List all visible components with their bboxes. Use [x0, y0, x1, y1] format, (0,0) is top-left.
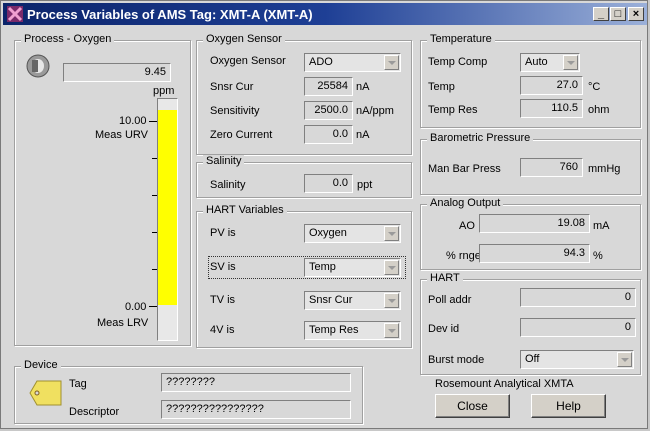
lrv-label: Meas LRV	[97, 317, 149, 329]
window-title: Process Variables of AMS Tag: XMT-A (XMT…	[27, 7, 313, 22]
temp-field: 27.0	[520, 76, 583, 95]
close-window-button[interactable]: ×	[628, 7, 644, 21]
sensitivity-field: 2500.0	[304, 101, 353, 120]
tv-select[interactable]: Snsr Cur	[304, 291, 401, 310]
zero-current-field: 0.0	[304, 125, 353, 144]
tick-mark	[152, 195, 157, 196]
qv-select[interactable]: Temp Res	[304, 321, 401, 340]
minimize-button[interactable]: _	[593, 7, 609, 21]
barometric-group-label: Barometric Pressure	[427, 132, 534, 144]
descriptor-label: Descriptor	[69, 406, 120, 418]
process-unit-label: ppm	[153, 85, 175, 97]
dropdown-arrow-icon[interactable]	[384, 323, 399, 338]
snsr-cur-field: 25584	[304, 77, 353, 96]
tv-label: TV is	[210, 294, 236, 306]
hart-group-label: HART	[427, 272, 463, 284]
salinity-group-label: Salinity	[203, 155, 245, 167]
dropdown-arrow-icon[interactable]	[384, 55, 399, 70]
process-value-field: 9.45	[63, 63, 171, 82]
salinity-field: 0.0	[304, 174, 353, 193]
ams-logo-icon	[7, 6, 23, 22]
range-unit: %	[593, 250, 603, 262]
dev-id-label: Dev id	[428, 323, 460, 335]
temp-res-unit: ohm	[588, 104, 610, 116]
process-group-label: Process - Oxygen	[21, 33, 115, 45]
oxygen-sensor-select[interactable]: ADO	[304, 53, 401, 72]
sensitivity-unit: nA/ppm	[356, 105, 394, 117]
dropdown-arrow-icon[interactable]	[384, 260, 399, 275]
hart-variables-group-label: HART Variables	[203, 204, 287, 216]
lrv-value: 0.00	[125, 301, 147, 313]
oxygen-sensor-label: Oxygen Sensor	[210, 55, 286, 67]
ao-label: AO	[459, 220, 475, 232]
sv-select-value: Temp	[309, 261, 336, 273]
descriptor-field: ????????????????	[161, 400, 351, 419]
temp-label: Temp	[428, 81, 455, 93]
temp-unit: °C	[588, 81, 601, 93]
salinity-unit: ppt	[357, 179, 373, 191]
ao-unit: mA	[593, 220, 610, 232]
oxygen-sensor-icon	[26, 54, 50, 78]
tick-mark	[152, 158, 157, 159]
tag-field: ????????	[161, 373, 351, 392]
dev-id-field: 0	[520, 318, 636, 337]
ao-field: 19.08	[479, 214, 590, 233]
process-bar-track	[157, 98, 178, 341]
pv-select-value: Oxygen	[309, 227, 347, 239]
poll-addr-label: Poll addr	[428, 294, 472, 306]
maximize-button[interactable]: □	[610, 7, 626, 21]
oxygen-sensor-select-value: ADO	[309, 56, 333, 68]
tick-mark	[149, 306, 157, 307]
analog-output-group-label: Analog Output	[427, 197, 504, 209]
tick-mark	[149, 121, 157, 122]
dropdown-arrow-icon[interactable]	[384, 226, 399, 241]
burst-mode-select-value: Off	[525, 353, 540, 365]
snsr-cur-label: Snsr Cur	[210, 81, 254, 93]
dropdown-arrow-icon[interactable]	[384, 293, 399, 308]
dropdown-arrow-icon[interactable]	[617, 352, 632, 367]
qv-select-value: Temp Res	[309, 324, 359, 336]
burst-mode-label: Burst mode	[428, 354, 485, 366]
temp-comp-label: Temp Comp	[428, 56, 488, 68]
product-label: Rosemount Analytical XMTA	[435, 378, 574, 390]
zero-current-unit: nA	[356, 129, 370, 141]
oxygen-sensor-group-label: Oxygen Sensor	[203, 33, 285, 45]
burst-mode-select[interactable]: Off	[520, 350, 634, 369]
temp-res-field: 110.5	[520, 99, 583, 118]
temp-res-label: Temp Res	[428, 104, 478, 116]
process-bar-fill	[158, 110, 177, 305]
temp-comp-select[interactable]: Auto	[520, 53, 580, 72]
bar-press-field: 760	[520, 158, 583, 177]
tag-label: Tag	[69, 378, 87, 390]
close-button[interactable]: Close	[435, 394, 510, 418]
temp-comp-select-value: Auto	[525, 56, 548, 68]
device-tag-icon	[29, 380, 62, 406]
pv-label: PV is	[210, 227, 236, 239]
help-button[interactable]: Help	[531, 394, 606, 418]
tv-select-value: Snsr Cur	[309, 294, 353, 306]
pv-select[interactable]: Oxygen	[304, 224, 401, 243]
range-field: 94.3	[479, 244, 590, 263]
sv-label: SV is	[210, 261, 236, 273]
urv-label: Meas URV	[95, 129, 148, 141]
dropdown-arrow-icon[interactable]	[563, 55, 578, 70]
qv-label: 4V is	[210, 324, 235, 336]
poll-addr-field[interactable]: 0	[520, 288, 636, 307]
range-label: % rnge	[446, 250, 481, 262]
device-group-label: Device	[21, 359, 61, 371]
tick-mark	[152, 269, 157, 270]
title-bar[interactable]: Process Variables of AMS Tag: XMT-A (XMT…	[3, 3, 647, 25]
bar-press-label: Man Bar Press	[428, 163, 501, 175]
process-variables-window: Process Variables of AMS Tag: XMT-A (XMT…	[0, 0, 648, 429]
sensitivity-label: Sensitivity	[210, 105, 260, 117]
urv-value: 10.00	[119, 115, 147, 127]
tick-mark	[152, 232, 157, 233]
bar-press-unit: mmHg	[588, 163, 621, 175]
snsr-cur-unit: nA	[356, 81, 370, 93]
temperature-group-label: Temperature	[427, 33, 495, 45]
sv-select[interactable]: Temp	[304, 258, 401, 277]
salinity-label: Salinity	[210, 179, 246, 191]
zero-current-label: Zero Current	[210, 129, 273, 141]
